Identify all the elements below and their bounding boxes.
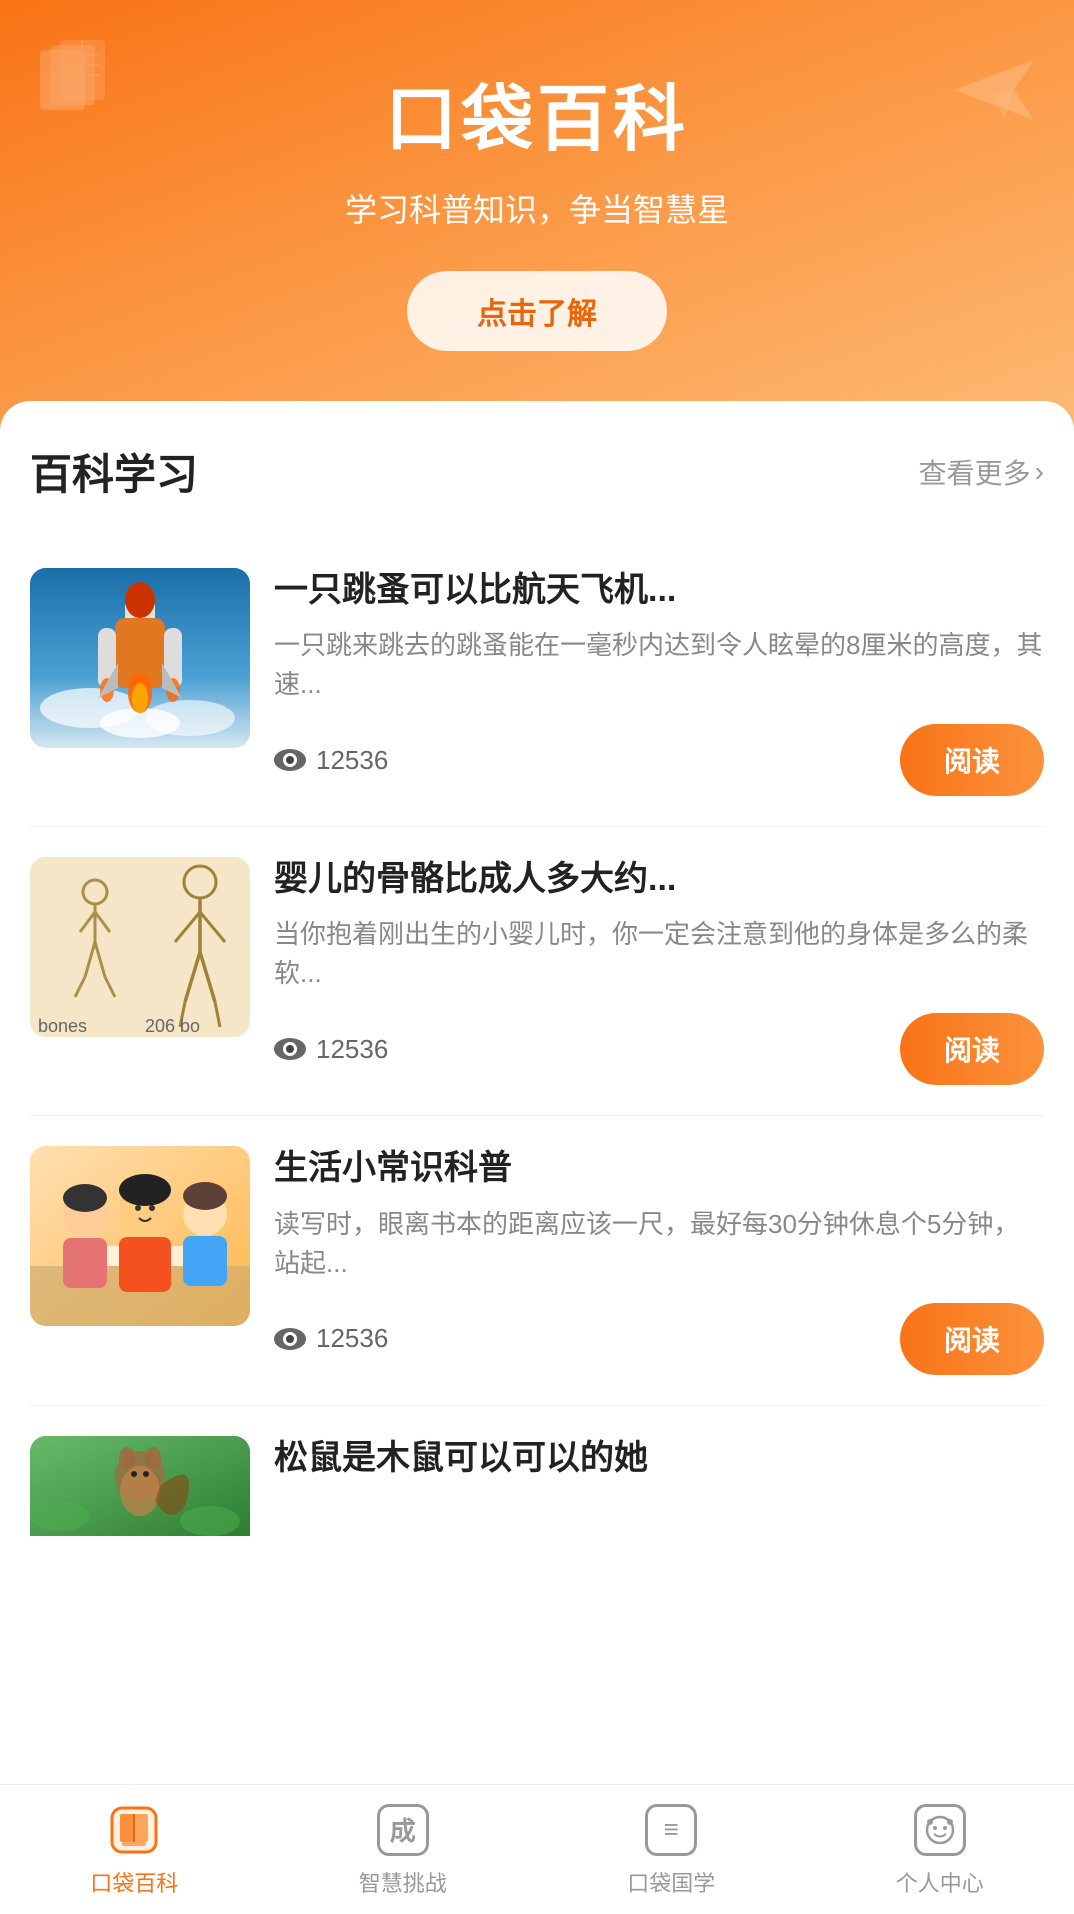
nav-item-encyclopedia[interactable]: 口袋百科 — [0, 1802, 269, 1898]
profile-icon-box — [914, 1804, 966, 1856]
article-footer: 12536 阅读 — [274, 1303, 1044, 1375]
section-header: 百科学习 查看更多 › — [30, 441, 1044, 502]
main-content-card: 百科学习 查看更多 › — [0, 401, 1074, 1801]
article-footer: 12536 阅读 — [274, 1013, 1044, 1085]
read-button[interactable]: 阅读 — [900, 724, 1044, 796]
challenge-icon-box: 成 — [377, 1804, 429, 1856]
nav-label-encyclopedia: 口袋百科 — [90, 1866, 178, 1898]
article-views: 12536 — [274, 1323, 388, 1355]
view-icon-svg — [274, 1038, 306, 1060]
classics-icon-box: ≡ — [645, 1804, 697, 1856]
eye-icon — [274, 1323, 306, 1355]
view-count: 12536 — [316, 745, 388, 776]
nav-item-classics[interactable]: ≡ 口袋国学 — [537, 1802, 806, 1898]
article-card: 一只跳蚤可以比航天飞机... 一只跳来跳去的跳蚤能在一毫秒内达到令人眩晕的8厘米… — [30, 538, 1044, 827]
chevron-right-icon: › — [1035, 456, 1044, 488]
page-header: 口袋百科 学习科普知识，争当智慧星 点击了解 — [0, 0, 1074, 431]
article-desc: 读写时，眼离书本的距离应该一尺，最好每30分钟休息个5分钟，站起... — [274, 1205, 1044, 1283]
eye-icon — [274, 744, 306, 776]
article-views: 12536 — [274, 744, 388, 776]
article-thumbnail: bones 206 bo — [30, 857, 250, 1037]
green-image — [30, 1436, 250, 1536]
read-button[interactable]: 阅读 — [900, 1303, 1044, 1375]
skeleton-image: bones 206 bo — [30, 857, 250, 1037]
svg-text:206 bo: 206 bo — [145, 1016, 200, 1036]
article-content: 婴儿的骨骼比成人多大约... 当你抱着刚出生的小婴儿时，你一定会注意到他的身体是… — [274, 857, 1044, 1085]
nav-label-profile: 个人中心 — [896, 1866, 984, 1898]
article-card-partial: 松鼠是木鼠可以可以的她 — [30, 1406, 1044, 1536]
encyclopedia-nav-icon — [106, 1802, 162, 1858]
read-button[interactable]: 阅读 — [900, 1013, 1044, 1085]
view-icon-svg — [274, 1328, 306, 1350]
article-thumbnail — [30, 568, 250, 748]
see-more-label: 查看更多 — [919, 452, 1031, 492]
profile-icon-svg — [925, 1815, 955, 1845]
svg-text:bones: bones — [38, 1016, 87, 1036]
classics-nav-icon: ≡ — [643, 1802, 699, 1858]
article-content: 一只跳蚤可以比航天飞机... 一只跳来跳去的跳蚤能在一毫秒内达到令人眩晕的8厘米… — [274, 568, 1044, 796]
section-title: 百科学习 — [30, 441, 198, 502]
challenge-nav-icon: 成 — [375, 1802, 431, 1858]
article-content-partial: 松鼠是木鼠可以可以的她 — [274, 1436, 1044, 1480]
view-icon-svg — [274, 749, 306, 771]
article-content: 生活小常识科普 读写时，眼离书本的距离应该一尺，最好每30分钟休息个5分钟，站起… — [274, 1146, 1044, 1374]
article-title-partial: 松鼠是木鼠可以可以的她 — [274, 1436, 1044, 1480]
article-card: 生活小常识科普 读写时，眼离书本的距离应该一尺，最好每30分钟休息个5分钟，站起… — [30, 1116, 1044, 1405]
article-desc: 一只跳来跳去的跳蚤能在一毫秒内达到令人眩晕的8厘米的高度，其速... — [274, 626, 1044, 704]
nav-label-classics: 口袋国学 — [627, 1866, 715, 1898]
article-thumbnail-partial — [30, 1436, 250, 1536]
article-title: 生活小常识科普 — [274, 1146, 1044, 1190]
article-thumbnail — [30, 1146, 250, 1326]
app-subtitle: 学习科普知识，争当智慧星 — [40, 185, 1034, 231]
article-title: 婴儿的骨骼比成人多大约... — [274, 857, 1044, 901]
rocket-image — [30, 568, 250, 748]
app-title: 口袋百科 — [40, 60, 1034, 165]
article-views: 12536 — [274, 1033, 388, 1065]
learn-more-button[interactable]: 点击了解 — [407, 271, 667, 351]
nav-item-challenge[interactable]: 成 智慧挑战 — [269, 1802, 538, 1898]
article-footer: 12536 阅读 — [274, 724, 1044, 796]
bottom-navigation: 口袋百科 成 智慧挑战 ≡ 口袋国学 — [0, 1784, 1074, 1914]
nav-label-challenge: 智慧挑战 — [359, 1866, 447, 1898]
view-count: 12536 — [316, 1034, 388, 1065]
bottom-spacer — [30, 1536, 1044, 1676]
view-count: 12536 — [316, 1323, 388, 1354]
article-title: 一只跳蚤可以比航天飞机... — [274, 568, 1044, 612]
article-desc: 当你抱着刚出生的小婴儿时，你一定会注意到他的身体是多么的柔软... — [274, 915, 1044, 993]
kids-image — [30, 1146, 250, 1326]
profile-nav-icon — [912, 1802, 968, 1858]
article-card: bones 206 bo 婴儿的骨骼比成人多大约... 当你抱着刚出生的小婴儿时… — [30, 827, 1044, 1116]
see-more-button[interactable]: 查看更多 › — [919, 452, 1044, 492]
book-nav-icon-svg — [108, 1804, 160, 1856]
nav-item-profile[interactable]: 个人中心 — [806, 1802, 1074, 1898]
eye-icon — [274, 1033, 306, 1065]
